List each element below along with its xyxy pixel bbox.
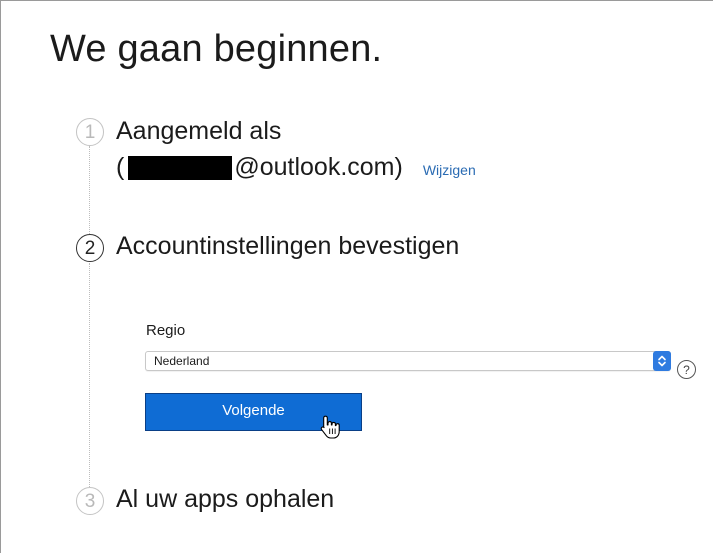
help-icon[interactable]: ? [677,360,696,379]
region-selected-value: Nederland [154,354,210,368]
step-connector-2-3 [89,263,90,487]
step-1-number: 1 [84,121,96,143]
window-frame [0,0,713,553]
hand-pointer-icon [320,415,340,439]
step-2-indicator: 2 [76,234,104,262]
step-connector-1-2 [89,146,90,234]
step-2-number: 2 [84,237,96,259]
step-3-label: Al uw apps ophalen [116,485,335,513]
help-glyph: ? [683,362,690,377]
step-3-indicator: 3 [76,487,104,515]
step-1-label: Aangemeld als [116,117,282,145]
redacted-email-user [128,156,233,180]
step-1-indicator: 1 [76,118,104,146]
region-select[interactable]: Nederland [145,351,671,371]
region-label: Regio [146,322,186,339]
page-title: We gaan beginnen. [50,28,383,70]
email-domain: @outlook.com) [234,153,403,181]
step-2-label: Accountinstellingen bevestigen [116,232,460,260]
signed-in-account: ( @outlook.com) Wijzigen [116,152,476,182]
change-account-link[interactable]: Wijzigen [423,155,476,185]
email-open-paren: ( [116,153,125,181]
up-down-chevron-icon[interactable] [653,351,671,371]
step-3-number: 3 [84,490,96,512]
